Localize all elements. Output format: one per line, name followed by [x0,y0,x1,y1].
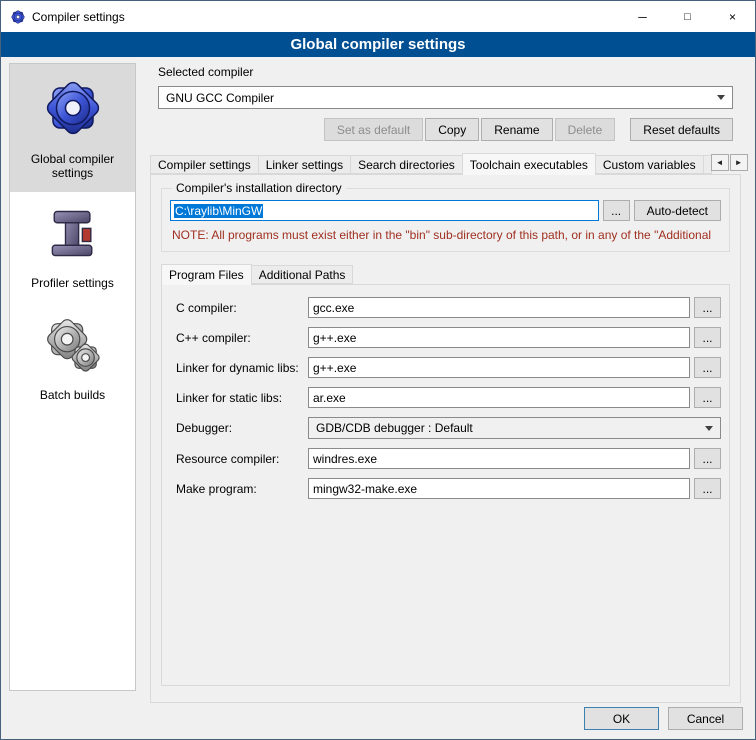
batch-builds-icon [42,314,104,379]
dialog-body: Global compiler settings [1,57,755,739]
resource-compiler-input[interactable] [308,448,690,469]
make-program-browse-button[interactable]: ... [694,478,721,499]
c-compiler-browse-button[interactable]: ... [694,297,721,318]
debugger-select[interactable]: GDB/CDB debugger : Default [308,417,721,439]
global-compiler-settings-icon [41,76,105,143]
tab-custom-variables[interactable]: Custom variables [595,155,704,174]
tab-search-directories[interactable]: Search directories [350,155,463,174]
sidebar-item-label: Profiler settings [31,276,114,290]
form-row-c-compiler: C compiler: ... [176,297,721,318]
settings-tabbar: Compiler settings Linker settings Search… [150,153,741,174]
rename-button[interactable]: Rename [481,118,552,141]
sidebar-item-batch-builds[interactable]: Batch builds [10,302,135,414]
reset-defaults-button[interactable]: Reset defaults [630,118,733,141]
program-files-panel: C compiler: ... C++ compiler: ... Linker… [161,284,730,686]
selected-compiler-label: Selected compiler [158,65,741,80]
dynamic-linker-browse-button[interactable]: ... [694,357,721,378]
make-program-input[interactable] [308,478,690,499]
compiler-actions: Set as default Copy Rename Delete Reset … [158,118,733,141]
form-row-resource-compiler: Resource compiler: ... [176,448,721,469]
c-compiler-input[interactable] [308,297,690,318]
sidebar-item-profiler-settings[interactable]: Profiler settings [10,192,135,302]
maximize-button[interactable]: □ [665,1,710,32]
debugger-label: Debugger: [176,421,308,435]
form-row-debugger: Debugger: GDB/CDB debugger : Default [176,417,721,439]
make-program-label: Make program: [176,482,308,496]
tab-additional-paths[interactable]: Additional Paths [251,265,354,284]
delete-button: Delete [555,118,616,141]
settings-sidebar: Global compiler settings [9,63,136,691]
c-compiler-label: C compiler: [176,301,308,315]
tab-toolchain-executables[interactable]: Toolchain executables [462,153,596,175]
close-icon: × [729,10,736,24]
tab-program-files[interactable]: Program Files [161,264,252,285]
installation-directory-row: C:\raylib\MinGW ... Auto-detect [170,200,721,221]
copy-button[interactable]: Copy [425,118,479,141]
arrow-right-icon: ► [735,158,743,167]
program-files-tabbar: Program Files Additional Paths [161,264,740,284]
tab-scroll-right-button[interactable]: ► [730,154,748,171]
debugger-value: GDB/CDB debugger : Default [316,421,473,435]
app-icon [10,9,26,25]
chevron-down-icon [705,426,713,431]
chevron-down-icon [717,95,725,100]
resource-compiler-browse-button[interactable]: ... [694,448,721,469]
set-as-default-button: Set as default [324,118,423,141]
main-panel: Selected compiler GNU GCC Compiler Set a… [150,65,741,703]
selected-compiler-select[interactable]: GNU GCC Compiler [158,86,733,109]
minimize-icon: ─ [638,10,647,24]
titlebar: Compiler settings ─ □ × [1,1,755,32]
form-row-static-linker: Linker for static libs: ... [176,387,721,408]
dialog-footer: OK Cancel [584,707,743,730]
tab-linker-settings[interactable]: Linker settings [258,155,351,174]
form-row-make-program: Make program: ... [176,478,721,499]
tab-compiler-settings[interactable]: Compiler settings [150,155,259,174]
installation-note: NOTE: All programs must exist either in … [172,228,719,242]
profiler-settings-icon [43,204,103,267]
installation-directory-input[interactable]: C:\raylib\MinGW [170,200,599,221]
compiler-settings-dialog: Compiler settings ─ □ × Global compiler … [0,0,756,740]
static-linker-input[interactable] [308,387,690,408]
caption-buttons: ─ □ × [620,1,755,32]
maximize-icon: □ [684,11,691,23]
tab-scroll-left-button[interactable]: ◄ [711,154,729,171]
ok-button[interactable]: OK [584,707,659,730]
resource-compiler-label: Resource compiler: [176,452,308,466]
sidebar-item-label: Batch builds [40,388,105,402]
cancel-button[interactable]: Cancel [668,707,743,730]
auto-detect-button[interactable]: Auto-detect [634,200,721,221]
dynamic-linker-input[interactable] [308,357,690,378]
window-title: Compiler settings [32,10,125,24]
static-linker-label: Linker for static libs: [176,391,308,405]
dynamic-linker-label: Linker for dynamic libs: [176,361,308,375]
toolchain-executables-panel: Compiler's installation directory C:\ray… [150,174,741,703]
tab-scroll-buttons: ◄ ► [711,154,748,174]
installation-directory-value: C:\raylib\MinGW [174,204,263,218]
page-title: Global compiler settings [1,32,755,57]
cpp-compiler-input[interactable] [308,327,690,348]
cpp-compiler-label: C++ compiler: [176,331,308,345]
arrow-left-icon: ◄ [716,158,724,167]
sidebar-item-label: Global compiler settings [12,152,133,180]
installation-directory-group-title: Compiler's installation directory [172,181,346,195]
close-button[interactable]: × [710,1,755,32]
selected-compiler-value: GNU GCC Compiler [166,91,274,105]
static-linker-browse-button[interactable]: ... [694,387,721,408]
installation-directory-group: Compiler's installation directory C:\ray… [161,181,730,252]
installation-directory-browse-button[interactable]: ... [603,200,630,221]
cpp-compiler-browse-button[interactable]: ... [694,327,721,348]
form-row-dynamic-linker: Linker for dynamic libs: ... [176,357,721,378]
form-row-cpp-compiler: C++ compiler: ... [176,327,721,348]
sidebar-item-global-compiler-settings[interactable]: Global compiler settings [10,64,135,192]
minimize-button[interactable]: ─ [620,1,665,32]
